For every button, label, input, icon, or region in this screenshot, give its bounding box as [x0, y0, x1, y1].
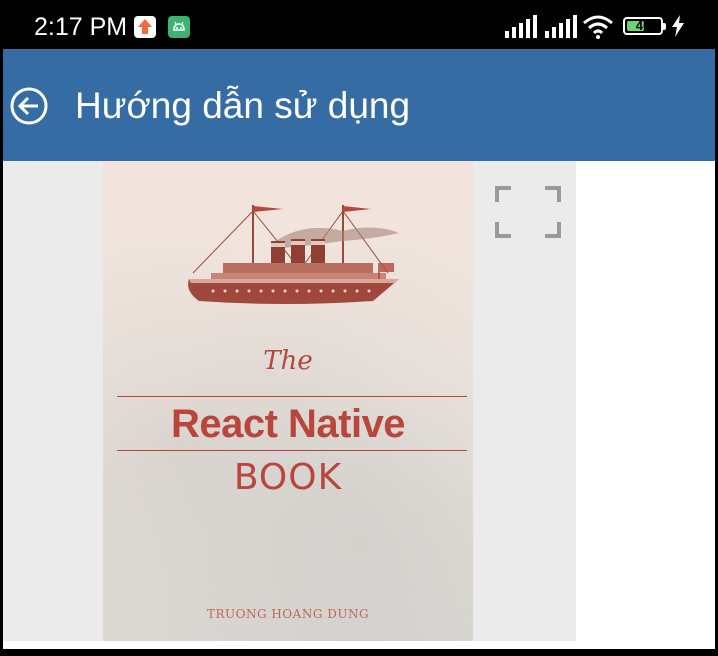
- cover-title: React Native: [170, 402, 406, 446]
- battery-level: 46: [635, 18, 651, 33]
- status-bar: 2:17 PM 46: [3, 0, 715, 49]
- cover-rule-top: [117, 396, 467, 397]
- cover-the-text: The: [263, 346, 313, 376]
- book-cover-image: The React Native BOOK TRUONG HOANG DUNG: [103, 161, 473, 641]
- app-bar: Hướng dẫn sử dụng: [3, 49, 715, 161]
- document-viewer[interactable]: The React Native BOOK TRUONG HOANG DUNG: [3, 161, 576, 641]
- charging-icon: [672, 15, 684, 37]
- steamship-illustration: [188, 205, 399, 304]
- cover-subtitle: BOOK: [233, 457, 343, 498]
- screen: 2:17 PM 46 Hướng dẫn sử dụng The React N…: [3, 0, 715, 656]
- battery-icon: 46: [623, 17, 666, 35]
- android-debug-icon: [168, 16, 190, 38]
- cover-author: TRUONG HOANG DUNG: [206, 607, 370, 621]
- back-icon[interactable]: [9, 86, 49, 126]
- bottom-edge: [3, 649, 715, 656]
- signal-icon: [505, 15, 537, 38]
- page-title: Hướng dẫn sử dụng: [75, 85, 411, 126]
- wifi-icon: [583, 15, 613, 39]
- upload-notification-icon: [134, 16, 156, 38]
- signal-icon: [545, 15, 577, 38]
- cover-rule-bottom: [117, 450, 467, 451]
- status-time: 2:17 PM: [34, 13, 128, 41]
- fullscreen-icon[interactable]: [495, 186, 561, 238]
